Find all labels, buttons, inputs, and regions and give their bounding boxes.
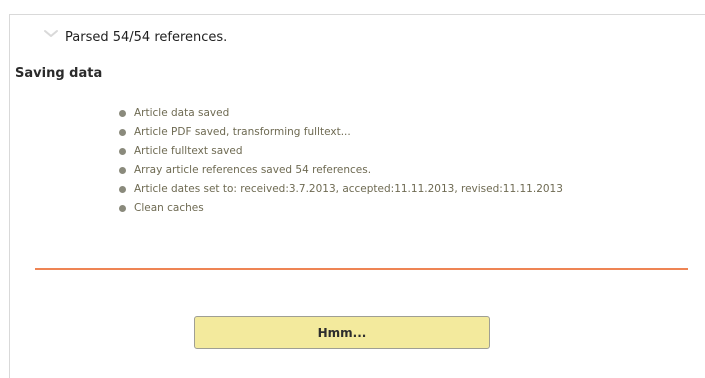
bullet-icon [119,129,126,136]
bullet-icon [119,205,126,212]
saving-step: Article data saved [118,104,563,123]
saving-step-label: Article dates set to: received:3.7.2013,… [134,183,563,195]
saving-steps-list: Article data saved Article PDF saved, tr… [118,104,563,218]
saving-step-label: Article PDF saved, transforming fulltext… [134,126,351,138]
saving-step-label: Clean caches [134,202,204,214]
saving-step-label: Article data saved [134,107,230,119]
saving-step: Article dates set to: received:3.7.2013,… [118,180,563,199]
chevron-down-icon [43,28,59,40]
saving-step: Array article references saved 54 refere… [118,161,563,180]
saving-step: Article PDF saved, transforming fulltext… [118,123,563,142]
bullet-icon [119,186,126,193]
saving-step: Clean caches [118,199,563,218]
saving-step: Article fulltext saved [118,142,563,161]
saving-data-title: Saving data [15,66,103,81]
section-divider [35,268,688,270]
bullet-icon [119,167,126,174]
saving-step-label: Array article references saved 54 refere… [134,164,372,176]
bullet-icon [119,148,126,155]
saving-step-label: Article fulltext saved [134,145,243,157]
bullet-icon [119,110,126,117]
parsed-status: Parsed 54/54 references. [43,28,228,45]
parsed-status-text: Parsed 54/54 references. [65,30,228,45]
hmm-button[interactable]: Hmm... [194,316,490,349]
